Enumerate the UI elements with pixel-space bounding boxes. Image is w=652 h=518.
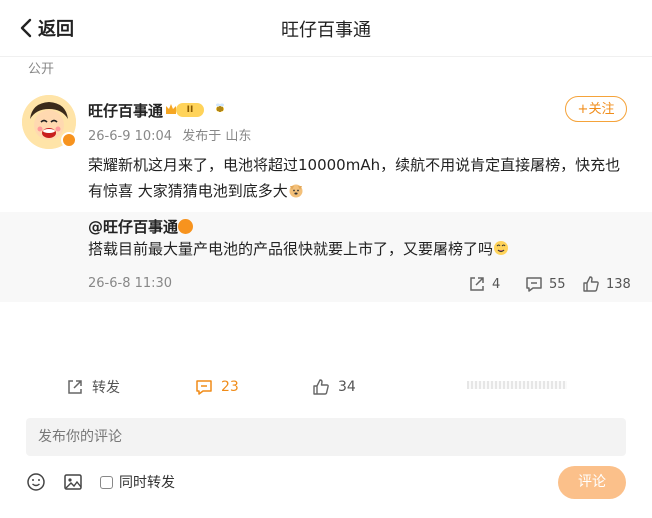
comment-count: 23	[221, 379, 239, 395]
quote-like-button[interactable]: 138	[582, 272, 631, 296]
quote-comment-count: 55	[549, 276, 566, 292]
placeholder-decoration	[467, 381, 567, 389]
like-button[interactable]: 34	[312, 375, 356, 399]
post-text: 荣耀新机这月来了，电池将超过10000mAh，续航不用说肯定直接屠榜，快充也有惊…	[88, 156, 621, 200]
post-meta: 26-6-9 10:04 发布于 山东	[88, 125, 257, 144]
author-name[interactable]: 旺仔百事通	[88, 100, 163, 121]
visibility-label: 公开	[28, 62, 55, 77]
repost-too-label: 同时转发	[119, 475, 175, 491]
doge-emoji-icon	[289, 184, 303, 198]
like-count: 34	[338, 379, 356, 395]
share-icon	[470, 277, 484, 291]
bee-icon	[216, 103, 224, 112]
submit-comment-button[interactable]: 评论	[558, 466, 626, 499]
image-icon[interactable]	[63, 472, 83, 492]
quote-body: 搭载目前最大量产电池的产品很快就要上市了，又要屠榜了吗	[88, 238, 628, 260]
repost-too-checkbox[interactable]: 同时转发	[100, 472, 175, 492]
comment-input[interactable]	[26, 418, 626, 456]
checkbox-box[interactable]	[100, 475, 113, 489]
quote-text: 搭载目前最大量产电池的产品很快就要上市了，又要屠榜了吗	[88, 240, 494, 258]
follow-button[interactable]: +关注	[565, 96, 627, 122]
comment-button[interactable]: 23	[195, 375, 239, 399]
emoji-icon[interactable]	[26, 472, 46, 492]
cheeky-emoji-icon	[494, 241, 509, 255]
like-icon	[313, 379, 329, 395]
post-source: 发布于 山东	[182, 129, 252, 144]
quote-repost-button[interactable]: 4	[468, 272, 500, 296]
page-title: 旺仔百事通	[281, 20, 371, 41]
quote-date: 26-6-8 11:30	[88, 276, 173, 291]
quote-comment-button[interactable]: 55	[525, 272, 566, 296]
quote-repost-count: 4	[492, 276, 501, 292]
post-date: 26-6-9 10:04	[88, 129, 173, 144]
comment-icon	[526, 277, 542, 292]
quote-like-count: 138	[606, 276, 631, 292]
repost-button[interactable]: 转发	[66, 375, 120, 399]
post-body: 荣耀新机这月来了，电池将超过10000mAh，续航不用说肯定直接屠榜，快充也有惊…	[88, 152, 628, 204]
quote-author[interactable]: @旺仔百事通	[88, 216, 178, 237]
repost-label: 转发	[92, 380, 120, 396]
share-icon	[68, 380, 82, 394]
member-level-badge: II	[176, 103, 204, 117]
like-icon	[583, 276, 599, 292]
quote-verified-icon	[178, 219, 193, 234]
verified-icon	[61, 132, 77, 148]
comment-icon	[196, 380, 212, 395]
